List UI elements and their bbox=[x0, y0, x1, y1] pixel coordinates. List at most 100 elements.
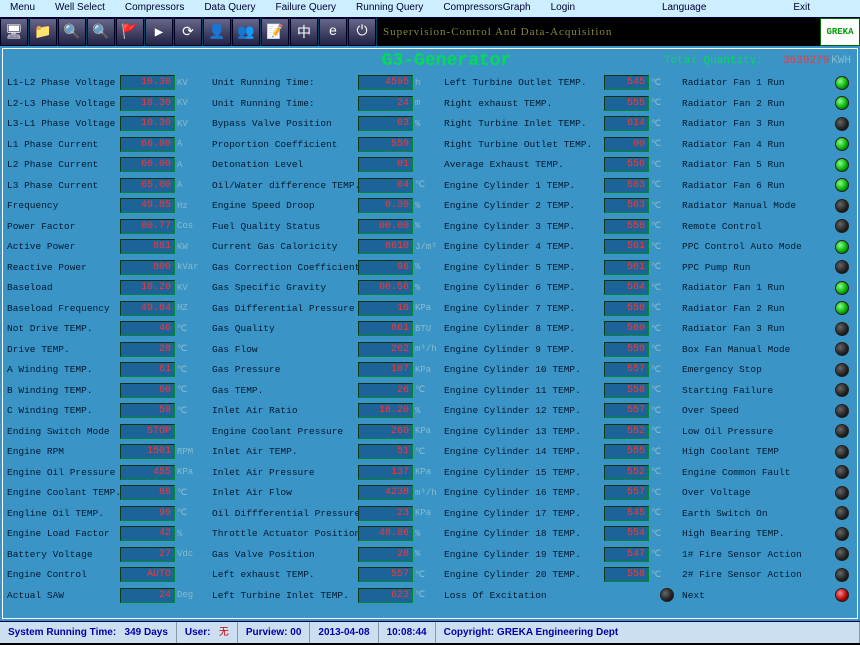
field-label: Right Turbine Inlet TEMP. bbox=[442, 118, 604, 129]
toolbar-btn-1[interactable]: 📁 bbox=[29, 18, 57, 46]
unit-label: ℃ bbox=[649, 488, 677, 498]
toolbar-btn-6[interactable]: ⟳ bbox=[174, 18, 202, 46]
unit-label: A bbox=[175, 160, 203, 170]
field-label: Engine Cylinder 6 TEMP. bbox=[442, 282, 604, 293]
unit-label: ℃ bbox=[649, 508, 677, 518]
toolbar-btn-10[interactable]: 中 bbox=[290, 18, 318, 46]
unit-label: KPa bbox=[413, 508, 441, 518]
field-label: Throttle Actuator Position bbox=[210, 528, 358, 539]
unit-label: m³/h bbox=[413, 344, 441, 354]
unit-label: Hz bbox=[175, 201, 203, 211]
status-row: High Bearing TEMP. bbox=[680, 524, 855, 544]
led-icon bbox=[835, 342, 849, 356]
field-label: Inlet Air Pressure bbox=[210, 467, 358, 478]
value-box: 23 bbox=[358, 506, 413, 521]
led-icon bbox=[835, 260, 849, 274]
toolbar-btn-4[interactable]: 🚩 bbox=[116, 18, 144, 46]
data-row: Engine Cylinder 3 TEMP. 558℃ bbox=[442, 217, 680, 237]
value-box: 1501 bbox=[120, 444, 175, 459]
data-row: Unit Running Time: 4595h bbox=[210, 73, 442, 93]
field-label: Oil Diffferential Pressure bbox=[210, 508, 358, 519]
unit-label: Cos bbox=[175, 221, 203, 231]
unit-label: ℃ bbox=[649, 406, 677, 416]
value-box: 545 bbox=[604, 75, 649, 90]
toolbar-btn-0[interactable]: 🖥 bbox=[0, 18, 28, 46]
field-label: High Bearing TEMP. bbox=[680, 528, 815, 539]
value-box: 59 bbox=[120, 403, 175, 418]
field-label: Frequency bbox=[5, 200, 120, 211]
value-box: 260 bbox=[358, 424, 413, 439]
menu-running-query[interactable]: Running Query bbox=[346, 0, 433, 17]
menu-well-select[interactable]: Well Select bbox=[45, 0, 115, 17]
srt-value: 349 Days bbox=[125, 627, 168, 638]
field-label: L1-L2 Phase Voltage bbox=[5, 77, 120, 88]
data-row: Reactive Power 800kVar bbox=[5, 258, 210, 278]
field-label: Engine Cylinder 1 TEMP. bbox=[442, 180, 604, 191]
status-row: 2# Fire Sensor Action bbox=[680, 565, 855, 585]
data-row: Gas Differential Pressure 16KPa bbox=[210, 299, 442, 319]
toolbar-btn-7[interactable]: 👤 bbox=[203, 18, 231, 46]
field-label: Engline Oil TEMP. bbox=[5, 508, 120, 519]
field-label: Remote Control bbox=[680, 221, 815, 232]
field-label: Actual SAW bbox=[5, 590, 120, 601]
field-label: Power Factor bbox=[5, 221, 120, 232]
menu-login[interactable]: Login bbox=[541, 0, 585, 17]
field-label: Gas Specific Gravity bbox=[210, 282, 358, 293]
field-label: Gas Quality bbox=[210, 323, 358, 334]
unit-label: % bbox=[413, 549, 441, 559]
menu-data-query[interactable]: Data Query bbox=[194, 0, 265, 17]
status-row: Over Voltage bbox=[680, 483, 855, 503]
unit-label: ℃ bbox=[649, 180, 677, 190]
field-label: Engine Cylinder 19 TEMP. bbox=[442, 549, 604, 560]
value-box: 96 bbox=[358, 260, 413, 275]
data-row: Engine Cylinder 9 TEMP. 559℃ bbox=[442, 340, 680, 360]
status-row[interactable]: Next bbox=[680, 586, 855, 606]
menu-compressors-graph[interactable]: CompressorsGraph bbox=[433, 0, 540, 17]
field-label: Radiator Fan 2 Run bbox=[680, 303, 815, 314]
menu-compressors[interactable]: Compressors bbox=[115, 0, 194, 17]
value-box: 24 bbox=[358, 96, 413, 111]
toolbar-btn-12[interactable]: ⏻ bbox=[348, 18, 376, 46]
value-box: 00.56 bbox=[358, 280, 413, 295]
unit-label: ℃ bbox=[649, 365, 677, 375]
toolbar-btn-5[interactable]: ▶ bbox=[145, 18, 173, 46]
field-label: Gas TEMP. bbox=[210, 385, 358, 396]
value-box: 65.00 bbox=[120, 178, 175, 193]
status-row: 1# Fire Sensor Action bbox=[680, 545, 855, 565]
unit-label: KV bbox=[175, 283, 203, 293]
total-qty-unit: KWH bbox=[831, 55, 851, 67]
toolbar-btn-9[interactable]: 📝 bbox=[261, 18, 289, 46]
unit-label: ℃ bbox=[649, 385, 677, 395]
led-icon bbox=[835, 137, 849, 151]
total-qty-value: 3639279 bbox=[783, 55, 829, 67]
data-row: Right Turbine Outlet TEMP. 00℃ bbox=[442, 135, 680, 155]
menu-menu[interactable]: Menu bbox=[0, 0, 45, 17]
toolbar-btn-3[interactable]: 🔍 bbox=[87, 18, 115, 46]
menu-language[interactable]: Language bbox=[652, 0, 717, 17]
led-icon bbox=[835, 322, 849, 336]
status-row: Radiator Fan 2 Run bbox=[680, 94, 855, 114]
value-box: 0.30 bbox=[358, 198, 413, 213]
field-label: A Winding TEMP. bbox=[5, 364, 120, 375]
unit-label: ℃ bbox=[649, 529, 677, 539]
unit-label: ℃ bbox=[413, 385, 441, 395]
value-box: 8610 bbox=[358, 239, 413, 254]
menu-exit[interactable]: Exit bbox=[783, 0, 820, 17]
field-label: Engine Cylinder 8 TEMP. bbox=[442, 323, 604, 334]
field-label: Box Fan Manual Mode bbox=[680, 344, 815, 355]
field-label: Engine Oil Pressure bbox=[5, 467, 120, 478]
toolbar-btn-8[interactable]: 👥 bbox=[232, 18, 260, 46]
status-row: Radiator Fan 4 Run bbox=[680, 135, 855, 155]
value-box: 66.00 bbox=[120, 157, 175, 172]
led-icon bbox=[835, 199, 849, 213]
field-label: Detonation Level bbox=[210, 159, 358, 170]
toolbar-btn-2[interactable]: 🔍 bbox=[58, 18, 86, 46]
data-row: Left Turbine Outlet TEMP. 545℃ bbox=[442, 73, 680, 93]
field-label: Gas Flow bbox=[210, 344, 358, 355]
value-box: 558 bbox=[604, 383, 649, 398]
purview-value: 00 bbox=[290, 627, 301, 638]
toolbar-btn-11[interactable]: e bbox=[319, 18, 347, 46]
field-label: PPC Pump Run bbox=[680, 262, 815, 273]
menu-failure-query[interactable]: Failure Query bbox=[265, 0, 346, 17]
unit-label: ℃ bbox=[649, 242, 677, 252]
